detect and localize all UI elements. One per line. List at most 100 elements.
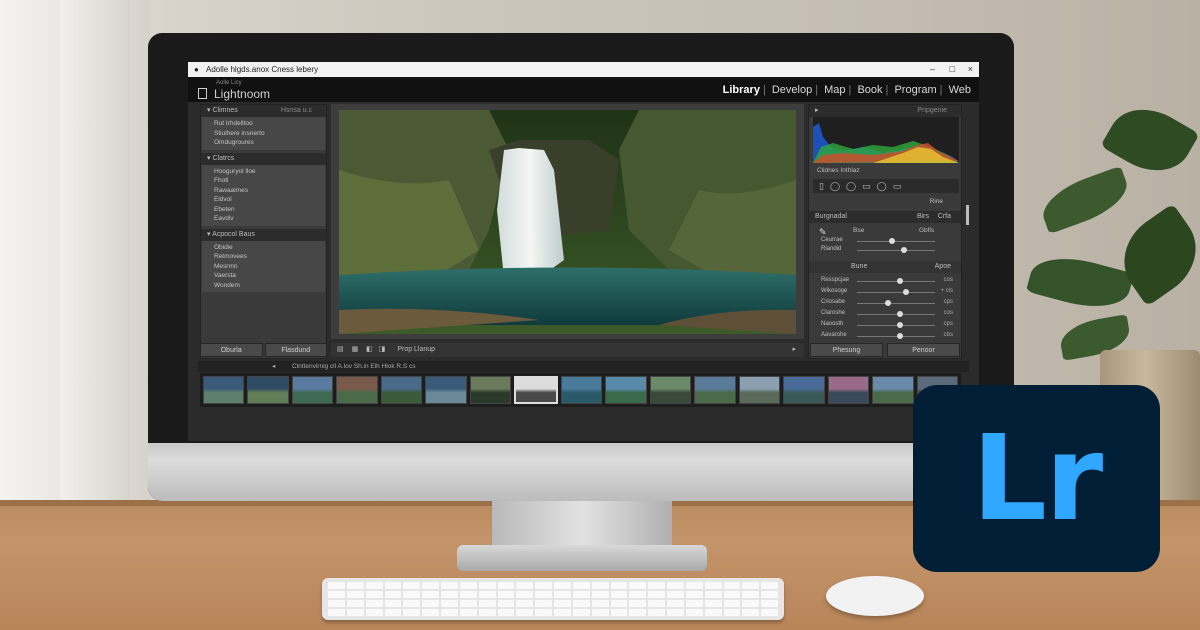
minimize-icon[interactable]: – — [930, 62, 935, 77]
filmstrip-thumbnail[interactable] — [380, 376, 423, 404]
tone-header[interactable]: Bune Apoe — [809, 261, 961, 273]
histogram-header[interactable]: ▸ Pnpgenie — [809, 105, 961, 117]
slider-knob[interactable] — [896, 311, 903, 317]
list-item[interactable]: Mesrmn — [202, 262, 325, 272]
redeye-icon[interactable]: ◯ — [846, 181, 862, 191]
filmstrip-thumbnail[interactable] — [203, 376, 245, 404]
keyboard-key — [516, 609, 534, 616]
list-item[interactable]: Retmovees — [202, 252, 325, 262]
crop-tool-icon[interactable]: ▯ — [819, 181, 830, 191]
slider-track[interactable] — [857, 336, 935, 337]
filmstrip-thumbnail[interactable] — [605, 376, 647, 404]
filmstrip-thumbnail[interactable] — [247, 376, 289, 404]
close-icon[interactable]: × — [968, 62, 973, 77]
list-item[interactable]: Ebeten — [202, 205, 325, 215]
slider-label: Ceurrae — [821, 237, 843, 243]
filmstrip-thumbnail[interactable] — [425, 376, 467, 404]
slider-knob[interactable] — [885, 300, 892, 306]
module-book[interactable]: Book — [857, 84, 882, 96]
slider-knob[interactable] — [889, 238, 896, 244]
slider-track[interactable] — [857, 314, 935, 315]
slider-track[interactable] — [857, 303, 935, 304]
panel-list: Rut Irhdelltoo Stiulhere insnerto Omdugr… — [202, 117, 325, 150]
filmstrip-thumbnail[interactable] — [649, 376, 692, 404]
module-library[interactable]: Library — [723, 84, 760, 96]
reset-button[interactable]: Penoor — [887, 343, 960, 357]
survey-view-icon[interactable]: ◨ — [379, 346, 386, 353]
slider-track[interactable] — [857, 250, 935, 251]
graduated-filter-icon[interactable]: ▭ — [862, 181, 877, 191]
radial-filter-icon[interactable]: ◯ — [877, 181, 893, 191]
list-item[interactable]: Hooguryol lloe — [202, 167, 325, 177]
list-item[interactable]: Omdugroures — [202, 138, 325, 148]
slider-knob[interactable] — [896, 278, 903, 284]
slider-track[interactable] — [857, 241, 935, 242]
slider-knob[interactable] — [896, 333, 903, 339]
keyboard-key — [441, 600, 458, 607]
tone-auto[interactable]: Apoe — [935, 261, 951, 273]
loupe-view-icon[interactable]: ▦ — [352, 346, 359, 353]
panel-section-header[interactable]: ▾ Clatrcs — [201, 152, 326, 165]
filmstrip-thumbnail[interactable] — [514, 376, 558, 404]
filmstrip-thumbnail[interactable] — [827, 376, 870, 404]
slider-row: Resspcjae cos — [813, 277, 959, 285]
slider-knob[interactable] — [900, 247, 907, 253]
list-item[interactable]: Vaersta — [202, 271, 325, 281]
filmstrip-nav-icon[interactable]: ◂ — [272, 361, 275, 372]
previous-button[interactable]: Phesung — [810, 343, 883, 357]
panel-section-header[interactable]: ▾ Acpocol Baus — [201, 228, 326, 241]
list-item[interactable]: Rut Irhdelltoo — [202, 119, 325, 129]
filmstrip-thumbnail[interactable] — [783, 376, 825, 404]
maximize-icon[interactable]: □ — [950, 62, 955, 77]
keyboard-key — [572, 591, 590, 598]
slider-track[interactable] — [857, 292, 935, 293]
keyboard-key — [422, 582, 439, 589]
panel-section-header[interactable]: ▾ Climnes Hsnsa u.c — [201, 105, 326, 117]
filmstrip-thumbnail[interactable] — [336, 376, 378, 404]
module-program[interactable]: Program — [894, 84, 936, 96]
slider-track[interactable] — [857, 325, 935, 326]
filmstrip-thumbnail[interactable] — [560, 376, 603, 404]
keyboard-key — [742, 609, 760, 616]
keyboard-key — [365, 600, 383, 607]
slider-label: Criosabe — [821, 299, 846, 305]
list-item[interactable]: Obidie — [202, 243, 325, 253]
list-item[interactable]: Wondem — [202, 281, 325, 291]
list-item[interactable]: Eldvol — [202, 195, 325, 205]
compare-view-icon[interactable]: ◧ — [366, 346, 373, 353]
toolbar-menu-icon[interactable]: ▸ — [792, 343, 796, 357]
slider-value: cos — [943, 310, 953, 316]
module-map[interactable]: Map — [824, 84, 845, 96]
slider-track[interactable] — [857, 281, 935, 282]
keyboard-key — [742, 600, 760, 607]
filmstrip-thumbnail[interactable] — [694, 376, 736, 404]
filmstrip-thumbnail[interactable] — [291, 376, 334, 404]
tab-color[interactable]: Crfa — [938, 211, 951, 223]
filmstrip-thumbnail[interactable] — [738, 376, 781, 404]
list-item[interactable]: Fhotl — [202, 176, 325, 186]
keyboard-key — [610, 582, 628, 589]
keyboard-key — [667, 591, 684, 598]
export-button[interactable]: Flasdund — [264, 343, 327, 357]
keyboard-key — [610, 609, 628, 616]
list-item[interactable]: Eavdiv — [202, 214, 325, 224]
tab-bw[interactable]: Birs — [917, 211, 929, 223]
filmstrip-thumbnail[interactable] — [469, 376, 512, 404]
slider-knob[interactable] — [896, 322, 903, 328]
basic-header[interactable]: Burgnadal Birs Crfa — [809, 211, 961, 223]
module-develop[interactable]: Develop — [772, 84, 812, 96]
filmstrip-thumbnail[interactable] — [872, 376, 914, 404]
spot-removal-icon[interactable]: ◯ — [830, 181, 846, 191]
list-item[interactable]: Rawaaimes — [202, 186, 325, 196]
keyboard-key — [422, 600, 439, 607]
keyboard-key — [365, 609, 383, 616]
import-button[interactable]: Oburla — [200, 343, 263, 357]
brush-tool-icon[interactable]: ▭ — [893, 181, 908, 191]
keyboard-key — [761, 600, 778, 607]
grid-view-icon[interactable]: ▤ — [337, 346, 344, 353]
panel-scrollbar[interactable] — [966, 205, 969, 225]
list-item[interactable]: Stiulhere insnerto — [202, 129, 325, 139]
module-web[interactable]: Web — [949, 84, 971, 96]
slider-knob[interactable] — [903, 289, 910, 295]
photo-viewer[interactable] — [331, 104, 804, 339]
